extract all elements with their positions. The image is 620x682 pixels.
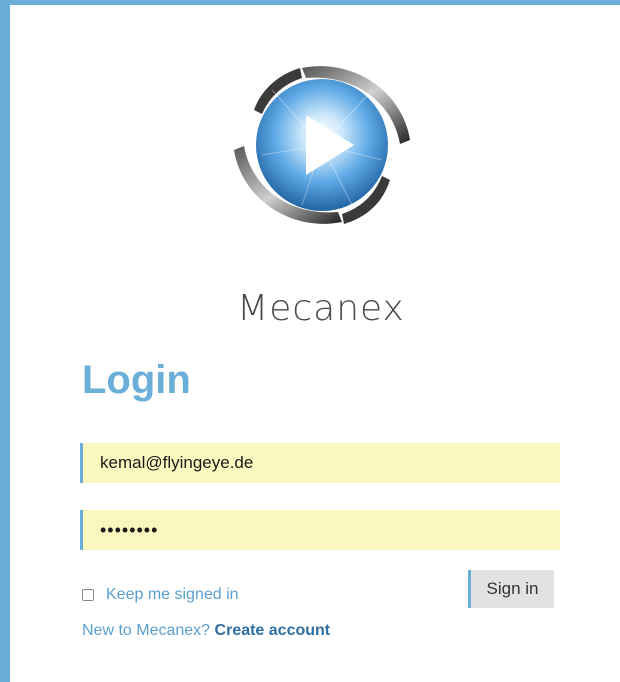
page-title: Login (82, 358, 191, 402)
mecanex-logo: Mecanex (226, 60, 416, 329)
left-accent-bar (0, 0, 10, 682)
brand-name: Mecanex (237, 288, 405, 329)
create-account-link[interactable]: Create account (215, 622, 331, 639)
remember-label[interactable]: Keep me signed in (106, 586, 239, 604)
remember-checkbox[interactable] (82, 589, 94, 601)
signup-prompt: New to Mecanex? (82, 622, 211, 639)
play-film-reel-icon (234, 66, 410, 224)
top-accent-bar (0, 0, 620, 5)
password-field[interactable] (80, 510, 560, 550)
signup-line: New to Mecanex? Create account (82, 622, 330, 640)
sign-in-button[interactable]: Sign in (468, 570, 554, 608)
email-field[interactable] (80, 443, 560, 483)
remember-me[interactable]: Keep me signed in (82, 585, 239, 605)
